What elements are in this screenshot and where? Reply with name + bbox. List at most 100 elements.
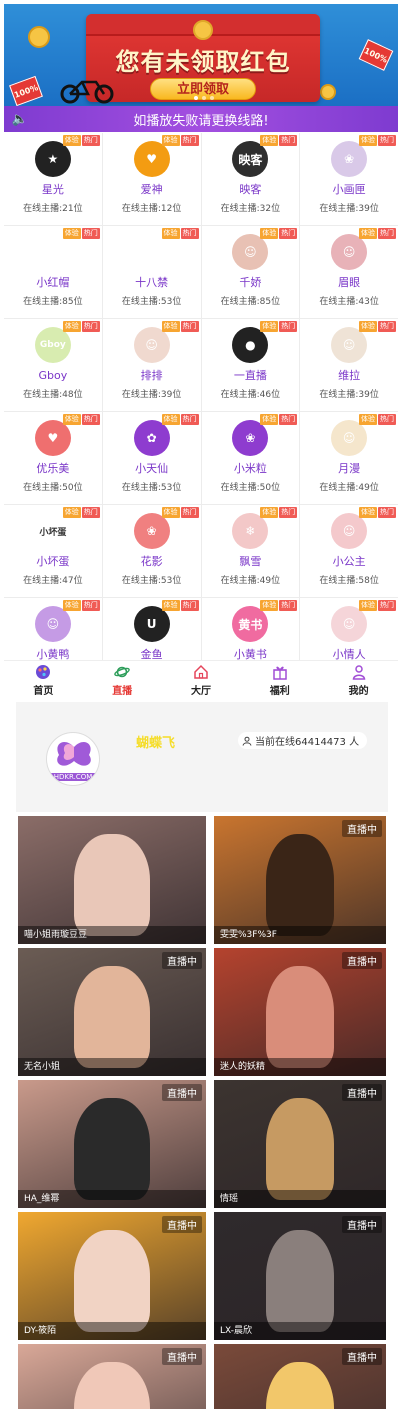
platform-item[interactable]: 体验 热门 ☺ 维拉 在线主播:39位 <box>300 319 398 411</box>
tag-trial: 体验 <box>62 135 81 146</box>
platform-online-count: 在线主播:39位 <box>319 390 379 400</box>
platform-item[interactable]: 体验 热门 十八禁 在线主播:53位 <box>102 226 201 318</box>
platform-logo-icon <box>133 234 170 270</box>
streamer-image <box>265 833 335 937</box>
platform-item[interactable]: 体验 热门 黄书 小黄书 <box>201 598 300 660</box>
platform-name: 千娇 <box>239 276 262 289</box>
nav-home[interactable]: 首页 <box>4 661 83 700</box>
platform-online-count: 在线主播:39位 <box>319 204 379 214</box>
platform-name: 小红帽 <box>36 276 70 289</box>
carousel-dot[interactable] <box>202 96 206 100</box>
platform-tags: 体验 热门 <box>161 414 199 425</box>
coin-icon <box>320 84 336 100</box>
gift-icon <box>273 666 287 680</box>
stream-card[interactable]: 直播中 DY-筱陌 <box>18 1212 206 1340</box>
tag-hot: 热门 <box>378 321 396 332</box>
nav-hall[interactable]: 大厅 <box>162 661 241 700</box>
platform-tags: 体验 热门 <box>161 228 199 239</box>
platform-item[interactable]: 体验 热门 ☺ 小黄鸭 <box>4 598 102 660</box>
platform-item[interactable]: 体验 热门 ☺ 小公主 在线主播:58位 <box>300 505 398 597</box>
platform-item[interactable]: 体验 热门 ♥ 优乐美 在线主播:50位 <box>4 412 102 504</box>
platform-online-count: 在线主播:12位 <box>121 204 182 214</box>
carousel-dots[interactable] <box>194 96 214 100</box>
platform-online-count: 在线主播:32位 <box>220 204 281 214</box>
stream-card[interactable]: 喵小姐雨璇豆豆 <box>18 816 206 944</box>
platform-item[interactable]: 体验 热门 小坏蛋 小坏蛋 在线主播:47位 <box>4 505 102 597</box>
platform-item[interactable]: 体验 热门 ❄ 飘雪 在线主播:49位 <box>201 505 300 597</box>
stream-card[interactable]: 直播中 HA_维幂 <box>18 1080 206 1208</box>
stream-card[interactable]: 直播中 迷人的妖精 <box>214 948 386 1076</box>
platform-online-count: 在线主播:39位 <box>121 390 182 400</box>
red-envelope: 您有未领取红包 立即领取 <box>86 14 320 102</box>
platform-logo-icon: ♥ <box>133 141 170 177</box>
platform-item[interactable]: 体验 热门 ● 一直播 在线主播:46位 <box>201 319 300 411</box>
carousel-dot[interactable] <box>194 96 198 100</box>
tag-trial: 体验 <box>161 228 180 239</box>
tag-trial: 体验 <box>260 135 279 146</box>
platform-tags: 体验 热门 <box>359 135 396 146</box>
platform-item[interactable]: 体验 热门 ☺ 眉眼 在线主播:43位 <box>300 226 398 318</box>
nav-welfare[interactable]: 福利 <box>240 661 319 700</box>
platform-logo-icon: ● <box>232 327 269 363</box>
tag-trial: 体验 <box>62 600 81 611</box>
home-ball-icon <box>36 665 51 679</box>
streamer-image <box>74 1097 150 1201</box>
platform-item[interactable]: 体验 热门 ❀ 小画匣 在线主播:39位 <box>300 133 398 225</box>
platform-name: 小画匣 <box>332 183 366 196</box>
tag-hot: 热门 <box>180 600 199 611</box>
stream-caption: 喵小姐雨璇豆豆 <box>18 926 206 944</box>
stream-card[interactable]: 直播中 雯雯%3F%3F <box>214 816 386 944</box>
live-badge: 直播中 <box>342 952 382 969</box>
platform-item[interactable]: 体验 热门 ☺ 千娇 在线主播:85位 <box>201 226 300 318</box>
platform-item[interactable]: 体验 热门 ✿ 小天仙 在线主播:53位 <box>102 412 201 504</box>
tag-trial: 体验 <box>260 507 279 518</box>
user-icon <box>352 665 365 680</box>
tag-hot: 热门 <box>180 321 199 332</box>
platform-item[interactable]: 体验 热门 ❀ 小米粒 在线主播:50位 <box>201 412 300 504</box>
platform-item[interactable]: 体验 热门 ☺ 月漫 在线主播:49位 <box>300 412 398 504</box>
tag-trial: 体验 <box>161 507 180 518</box>
stream-card[interactable]: 直播中 <box>18 1344 206 1409</box>
platform-item[interactable]: 体验 热门 小红帽 在线主播:85位 <box>4 226 102 318</box>
platform-item[interactable]: 体验 热门 ☺ 排排 在线主播:39位 <box>102 319 201 411</box>
red-envelope-icon: 100% <box>358 39 394 71</box>
platform-logo-icon: 映客 <box>232 141 269 177</box>
nav-label: 我的 <box>348 686 369 697</box>
stream-card[interactable]: 直播中无名小姐 <box>18 948 206 1076</box>
platform-online-count: 在线主播:49位 <box>220 576 281 586</box>
bicycle-icon <box>60 80 114 104</box>
platform-item[interactable]: 体验 热门 ☺ 小情人 <box>300 598 398 660</box>
platform-item[interactable]: 体验 热门 U 金鱼 <box>102 598 201 660</box>
nav-live[interactable]: 直播 <box>83 661 162 700</box>
carousel-dot[interactable] <box>210 96 214 100</box>
platform-avatar[interactable]: HDKR.COM <box>46 732 100 786</box>
tag-hot: 热门 <box>279 414 298 425</box>
stream-card[interactable]: 直播中 <box>214 1344 386 1409</box>
platform-name: 眉眼 <box>338 276 361 289</box>
platform-tags: 体验 热门 <box>62 135 100 146</box>
online-count: 当前在线64414473 人 <box>238 732 368 749</box>
platform-item[interactable]: 体验 热门 Gboy Gboy 在线主播:48位 <box>4 319 102 411</box>
platform-item[interactable]: 体验 热门 映客 映客 在线主播:32位 <box>201 133 300 225</box>
tag-trial: 体验 <box>161 414 180 425</box>
nav-mine[interactable]: 我的 <box>319 661 398 700</box>
red-envelope-icon: 100% <box>9 75 43 106</box>
stream-caption: 雯雯%3F%3F <box>214 926 386 944</box>
stream-caption: 无名小姐 <box>18 1058 206 1076</box>
tag-hot: 热门 <box>279 507 298 518</box>
platform-tags: 体验 热门 <box>260 507 298 518</box>
platform-online-count: 在线主播:58位 <box>319 576 379 586</box>
streamer-image <box>265 965 335 1069</box>
tag-trial: 体验 <box>359 321 377 332</box>
tag-hot: 热门 <box>81 228 100 239</box>
promo-banner[interactable]: 100% 100% 您有未领取红包 立即领取 <box>4 4 398 106</box>
platform-tags: 体验 热门 <box>359 600 396 611</box>
platform-item[interactable]: 体验 热门 ★ 星光 在线主播:21位 <box>4 133 102 225</box>
stream-card[interactable]: 直播中 LX-晨欣 <box>214 1212 386 1340</box>
platform-logo-icon: U <box>133 606 170 642</box>
platform-item[interactable]: 体验 热门 ♥ 爱神 在线主播:12位 <box>102 133 201 225</box>
platform-item[interactable]: 体验 热门 ❀ 花影 在线主播:53位 <box>102 505 201 597</box>
room-header: HDKR.COM 蝴蝶飞 当前在线64414473 人 <box>16 702 388 812</box>
stream-card[interactable]: 直播中 情瑶 <box>214 1080 386 1208</box>
live-badge: 直播中 <box>162 952 202 969</box>
